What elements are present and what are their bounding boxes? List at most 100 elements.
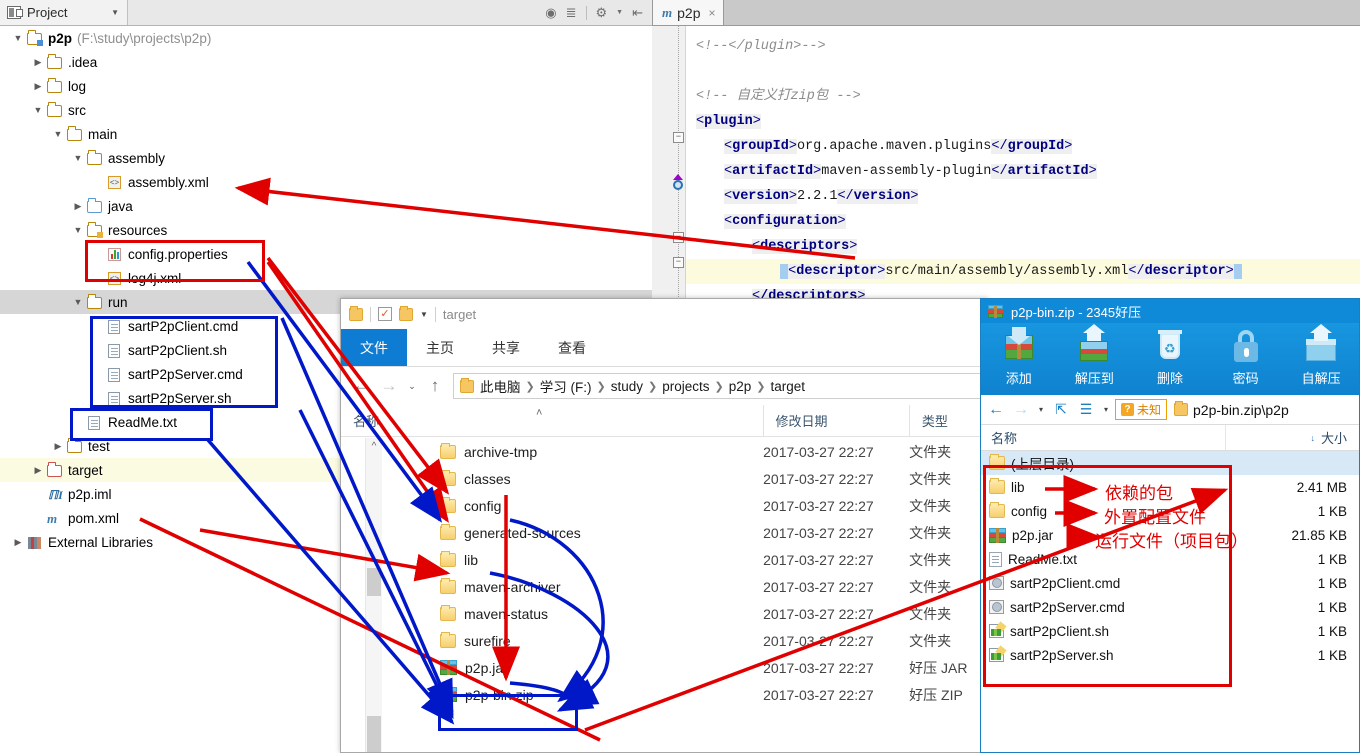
expand-arrow[interactable]: ▶ [10, 537, 26, 548]
editor-tab-p2p[interactable]: m p2p × [652, 0, 724, 25]
expand-arrow[interactable]: ▶ [90, 321, 106, 332]
scroll-up-icon[interactable]: ^ [366, 438, 382, 452]
archive-column-headers[interactable]: 名称 ↓ 大小 [981, 425, 1359, 451]
breadcrumb-item[interactable]: p2p [729, 379, 752, 394]
column-header-名称[interactable]: 名称 ˄ [341, 405, 763, 436]
archive-row[interactable]: sartP2pServer.sh 1 KB [981, 643, 1359, 667]
ribbon-tab-文件[interactable]: 文件 [341, 329, 407, 366]
forward-button[interactable]: → [1010, 401, 1032, 419]
breadcrumb-item[interactable]: study [611, 379, 643, 394]
address-bar[interactable]: 此电脑 ❯ 学习 (F:) ❯ study ❯ projects ❯ p2p ❯ target [453, 373, 981, 399]
breakpoint-marker-icon[interactable] [672, 174, 685, 190]
file-row[interactable]: maven-archiver 2017-03-27 22:27 文件夹 [382, 573, 987, 600]
file-row[interactable]: generated-sources 2017-03-27 22:27 文件夹 [382, 519, 987, 546]
back-button[interactable]: ← [347, 376, 375, 396]
tree-item-src[interactable]: ▼ src [0, 98, 652, 122]
tree-item-java[interactable]: ▶ java [0, 194, 652, 218]
file-row[interactable]: p2p-bin.zip 2017-03-27 22:27 好压 ZIP [382, 681, 987, 708]
column-name[interactable]: 名称 [981, 425, 1226, 450]
project-panel-tab[interactable]: Project ▼ [0, 0, 128, 25]
expand-arrow[interactable]: ▼ [70, 225, 86, 235]
column-header-类型[interactable]: 类型 [908, 405, 987, 436]
breadcrumb-item[interactable]: target [770, 379, 805, 394]
status-badge[interactable]: ? 未知 [1115, 399, 1168, 420]
archive-toolbar[interactable]: 添加 解压到 ♻ 删除 密码 自解压 [981, 323, 1359, 395]
settings-dropdown-caret[interactable]: ▼ [616, 9, 623, 16]
archive-path[interactable]: p2p-bin.zip\p2p [1170, 401, 1289, 418]
properties-icon[interactable]: ✓ [378, 307, 392, 321]
recent-locations-icon[interactable]: ⌄ [403, 381, 421, 392]
up-button[interactable]: ↑ [421, 376, 449, 396]
ribbon-tabs[interactable]: 文件 主页 共享 查看 [341, 329, 987, 367]
expand-arrow[interactable]: ▼ [50, 129, 66, 139]
scrollbar-thumb-lower[interactable] [367, 716, 381, 752]
archive-button-password[interactable]: 密码 [1208, 327, 1284, 387]
column-headers[interactable]: 名称 ˄ 修改日期 类型 [341, 405, 987, 437]
archive-row[interactable]: (上层目录) [981, 451, 1359, 475]
expand-arrow[interactable]: ▶ [90, 369, 106, 380]
code-line[interactable]: <!-- 自定义打zip包 --> [696, 84, 861, 109]
file-row[interactable]: p2p.jar 2017-03-27 22:27 好压 JAR [382, 654, 987, 681]
expand-arrow[interactable]: ▶ [50, 441, 66, 452]
tree-item-log4j-xml[interactable]: ▶<> log4j.xml [0, 266, 652, 290]
nav-dropdown-icon[interactable]: ▾ [1035, 405, 1047, 414]
file-row[interactable]: archive-tmp 2017-03-27 22:27 文件夹 [382, 438, 987, 465]
archive-row[interactable]: ReadMe.txt 1 KB [981, 547, 1359, 571]
expand-arrow[interactable]: ▶ [70, 201, 86, 212]
archive-button-sfx[interactable]: 自解压 [1283, 324, 1359, 387]
expand-arrow[interactable]: ▶ [90, 273, 106, 284]
ribbon-tab-主页[interactable]: 主页 [407, 329, 473, 366]
up-folder-icon[interactable]: ⇱ [1050, 401, 1072, 418]
expand-arrow[interactable]: ▼ [10, 33, 26, 43]
scrollbar-thumb[interactable] [367, 568, 381, 596]
forward-button[interactable]: → [375, 376, 403, 396]
expand-arrow[interactable]: ▼ [30, 105, 46, 115]
folder-icon[interactable] [349, 305, 363, 321]
expand-arrow[interactable]: ▶ [90, 249, 106, 260]
expand-arrow[interactable]: ▶ [30, 465, 46, 476]
ribbon-tab-查看[interactable]: 查看 [539, 329, 605, 366]
breadcrumb-item[interactable]: 学习 (F:) [540, 376, 592, 396]
column-size[interactable]: ↓ 大小 [1226, 428, 1359, 447]
expand-arrow[interactable]: ▶ [90, 345, 106, 356]
expand-arrow[interactable]: ▶ [30, 57, 46, 68]
expand-arrow[interactable]: ▼ [70, 297, 86, 307]
locate-icon[interactable]: ◉ [545, 5, 556, 21]
archive-button-extract[interactable]: 解压到 [1057, 324, 1133, 387]
breadcrumb-item[interactable]: 此电脑 [480, 376, 521, 396]
expand-arrow[interactable]: ▶ [30, 81, 46, 92]
file-row[interactable]: lib 2017-03-27 22:27 文件夹 [382, 546, 987, 573]
customize-dropdown-icon[interactable]: ▼ [420, 310, 428, 319]
tree-item-assembly-xml[interactable]: ▶<> assembly.xml [0, 170, 652, 194]
tree-item-config-properties[interactable]: ▶ config.properties [0, 242, 652, 266]
tree-item--idea[interactable]: ▶ .idea [0, 50, 652, 74]
expand-arrow[interactable]: ▶ [90, 393, 106, 404]
code-line[interactable]: <descriptor>src/main/assembly/assembly.x… [780, 259, 1242, 284]
file-list[interactable]: archive-tmp 2017-03-27 22:27 文件夹 classes 201… [382, 438, 987, 752]
tree-item-resources[interactable]: ▼ resources [0, 218, 652, 242]
expand-arrow[interactable]: ▶ [90, 177, 106, 188]
archive-file-list[interactable]: (上层目录) lib 2.41 MB config 1 KB p2p.jar 21.85 K… [981, 451, 1359, 667]
column-header-修改日期[interactable]: 修改日期 [762, 405, 909, 436]
code-line[interactable]: <configuration> [724, 209, 846, 234]
file-row[interactable]: classes 2017-03-27 22:27 文件夹 [382, 465, 987, 492]
code-line[interactable]: <version>2.2.1</version> [724, 184, 919, 209]
tree-item-p2p[interactable]: ▼ p2p (F:\study\projects\p2p) [0, 26, 652, 50]
back-button[interactable]: ← [985, 401, 1007, 419]
collapse-all-icon[interactable]: ≣ [566, 5, 577, 21]
archive-button-delete[interactable]: ♻ 删除 [1132, 327, 1208, 387]
code-line[interactable]: <groupId>org.apache.maven.plugins</group… [724, 134, 1073, 159]
new-folder-icon[interactable] [399, 305, 413, 321]
tree-item-assembly[interactable]: ▼ assembly [0, 146, 652, 170]
explorer-scrollbar[interactable]: ^ [366, 438, 382, 752]
list-view-icon[interactable]: ☰ [1075, 401, 1097, 418]
archive-row[interactable]: sartP2pClient.sh 1 KB [981, 619, 1359, 643]
expand-arrow[interactable]: ▼ [70, 153, 86, 163]
navigation-pane[interactable] [341, 438, 366, 752]
expand-arrow[interactable]: ▶ [30, 489, 46, 500]
code-line[interactable]: <descriptors> [752, 234, 858, 259]
archive-row[interactable]: sartP2pClient.cmd 1 KB [981, 571, 1359, 595]
close-icon[interactable]: × [708, 6, 715, 20]
code-line[interactable]: <!--</plugin>--> [696, 34, 826, 59]
chevron-down-icon[interactable]: ▼ [111, 8, 119, 17]
